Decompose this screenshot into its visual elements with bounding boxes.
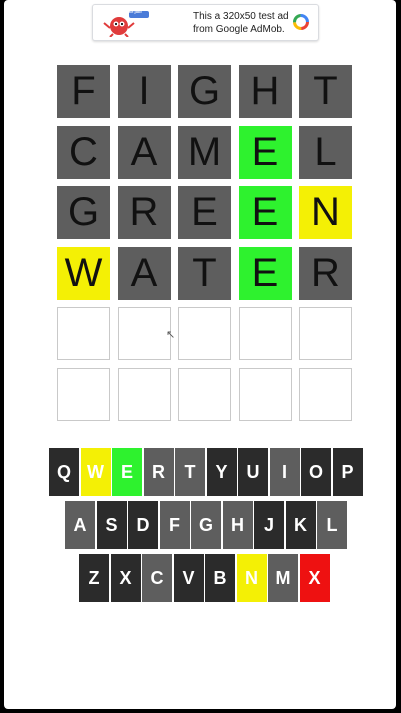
board-tile: E [178,186,231,239]
key-v[interactable]: V [173,554,204,602]
board-tile: F [57,65,110,118]
key-x[interactable]: X [110,554,141,602]
key-c[interactable]: C [142,554,172,602]
key-i[interactable]: I [269,448,300,496]
board-tile [57,367,110,421]
key-j[interactable]: J [254,501,284,549]
ad-line-2: from Google AdMob. [193,24,285,35]
board-tile [178,367,231,421]
key-e[interactable]: E [112,448,142,496]
key-b[interactable]: B [205,554,235,602]
key-w[interactable]: W [80,448,111,496]
ad-badge: Nice job! [125,9,142,14]
key-y[interactable]: Y [206,448,237,496]
admob-logo-icon [293,14,309,30]
key-n[interactable]: N [236,554,267,602]
key-m[interactable]: M [268,554,298,602]
board-tile [238,367,292,421]
board-tile: T [299,65,352,118]
admob-banner[interactable]: Nice job! This a 320x50 test ad from Goo… [92,4,319,41]
key-o[interactable]: O [301,448,331,496]
board-tile: G [57,186,110,239]
key-g[interactable]: G [191,501,221,549]
board-tile [57,307,110,360]
board-tile: R [117,186,171,239]
board-tile [299,307,352,360]
key-q[interactable]: Q [49,448,79,496]
key-u[interactable]: U [238,448,268,496]
board-tile [238,307,292,360]
key-a[interactable]: A [65,501,95,549]
key-h[interactable]: H [222,501,253,549]
board-tile: E [238,246,292,300]
board-tile: R [299,246,352,300]
app-screen: Nice job! This a 320x50 test ad from Goo… [4,0,396,709]
board-tile [178,307,231,360]
board-tile: E [238,125,292,179]
board-tile: T [178,246,231,300]
mouse-pointer-icon: ↖ [166,329,176,341]
key-p[interactable]: P [332,448,363,496]
key-r[interactable]: R [143,448,174,496]
ad-text: This a 320x50 test ad from Google AdMob. [193,10,289,36]
key-d[interactable]: D [128,501,158,549]
board-tile: M [178,125,231,179]
board-tile [299,367,352,421]
key-s[interactable]: S [96,501,127,549]
board-tile: A [117,246,171,300]
board-tile: L [299,125,352,179]
key-x[interactable]: X [299,554,330,602]
key-t[interactable]: T [175,448,205,496]
key-k[interactable]: K [285,501,316,549]
board-tile: G [178,65,231,118]
board-tile: I [117,65,171,118]
board-tile: E [238,186,292,239]
key-f[interactable]: F [159,501,190,549]
key-l[interactable]: L [317,501,347,549]
key-z[interactable]: Z [79,554,109,602]
board-tile: N [299,186,352,239]
board-tile [117,367,171,421]
board-tile: A [117,125,171,179]
board-tile: W [57,246,110,300]
ad-line-1: This a 320x50 test ad [193,11,289,22]
board-tile: C [57,125,110,179]
board-tile: H [238,65,292,118]
board-tile [117,307,171,360]
